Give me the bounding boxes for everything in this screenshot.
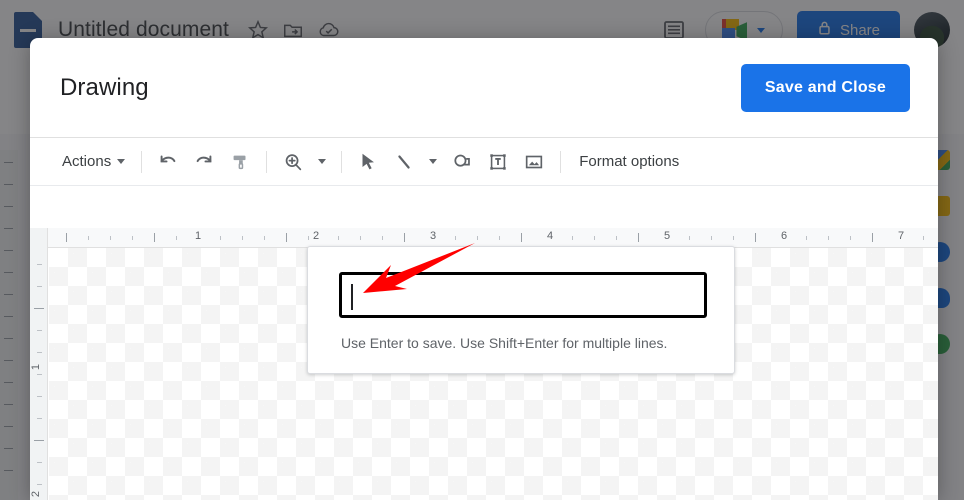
text-input[interactable] <box>339 272 707 318</box>
drawing-dialog: Drawing Save and Close Actions Format op… <box>30 38 938 500</box>
text-cursor <box>351 284 353 310</box>
zoom-dropdown-arrow[interactable] <box>311 145 333 179</box>
screen: Untitled document <box>0 0 964 500</box>
dialog-header: Drawing Save and Close <box>30 38 938 138</box>
ruler-corner <box>30 228 48 248</box>
ruler-label-4: 4 <box>546 230 554 242</box>
v-ruler-label-1: 1 <box>30 363 43 371</box>
drawing-toolbar: Actions Format options <box>30 138 938 186</box>
toolbar-divider <box>341 150 343 173</box>
toolbar-divider <box>266 150 268 173</box>
ruler-label-6: 6 <box>780 230 788 242</box>
actions-label: Actions <box>62 153 112 170</box>
toolbar-divider <box>560 150 562 173</box>
paint-format-icon[interactable] <box>222 145 258 179</box>
chevron-down-icon <box>117 159 126 164</box>
chevron-down-icon <box>318 159 327 164</box>
chevron-down-icon <box>429 159 438 164</box>
save-and-close-label: Save and Close <box>764 78 886 96</box>
page-title: Drawing <box>60 73 149 101</box>
zoom-icon[interactable] <box>275 145 311 179</box>
actions-menu[interactable]: Actions <box>52 145 133 179</box>
line-icon[interactable] <box>386 145 422 179</box>
undo-icon[interactable] <box>150 145 186 179</box>
popup-help-text: Use Enter to save. Use Shift+Enter for m… <box>341 335 668 351</box>
ruler-label-3: 3 <box>429 230 437 242</box>
save-and-close-button[interactable]: Save and Close <box>740 63 910 112</box>
image-icon[interactable] <box>516 145 552 179</box>
redo-icon[interactable] <box>186 145 222 179</box>
toolbar-divider <box>141 150 143 173</box>
format-options-button[interactable]: Format options <box>569 153 689 170</box>
horizontal-ruler[interactable]: 1 2 3 4 5 6 7 <box>30 228 938 248</box>
ruler-label-2: 2 <box>312 230 320 242</box>
ruler-label-7: 7 <box>897 230 905 242</box>
text-entry-popup: Use Enter to save. Use Shift+Enter for m… <box>307 246 735 374</box>
ruler-label-5: 5 <box>663 230 671 242</box>
shape-icon[interactable] <box>444 145 480 179</box>
select-cursor-icon[interactable] <box>350 145 386 179</box>
text-box-icon[interactable] <box>480 145 516 179</box>
vertical-ruler[interactable]: 1 2 <box>30 248 48 500</box>
ruler-label-1: 1 <box>194 230 202 242</box>
line-dropdown-arrow[interactable] <box>422 145 444 179</box>
v-ruler-label-2: 2 <box>30 490 43 498</box>
